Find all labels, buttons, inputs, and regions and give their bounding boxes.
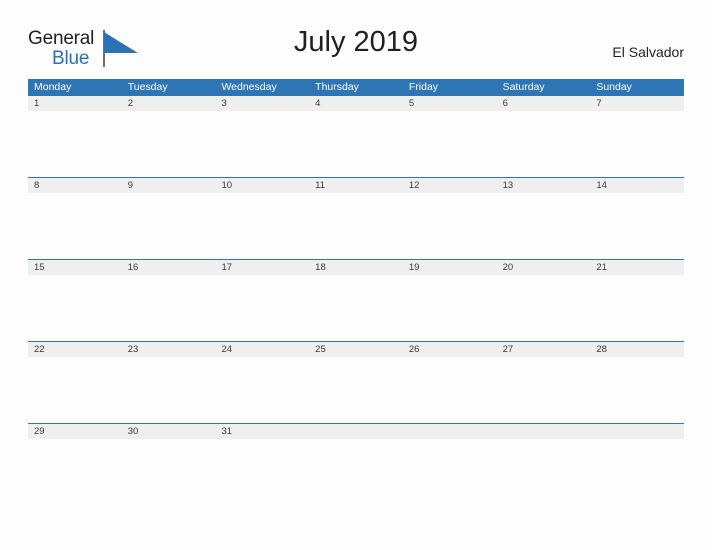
week-row: 29 30 31 bbox=[28, 423, 684, 505]
weekday-wednesday: Wednesday bbox=[221, 81, 277, 93]
page-header: General Blue July 2019 El Salvador bbox=[28, 26, 684, 72]
week-event-area[interactable] bbox=[28, 111, 684, 177]
day-cell[interactable]: 1 bbox=[28, 96, 122, 111]
day-cell[interactable]: 12 bbox=[403, 178, 497, 193]
week-date-band: 22 23 24 25 26 27 28 bbox=[28, 342, 684, 357]
weekday-sunday: Sunday bbox=[596, 81, 632, 93]
day-cell[interactable]: 21 bbox=[590, 260, 684, 275]
day-cell[interactable]: 22 bbox=[28, 342, 122, 357]
day-cell[interactable]: 4 bbox=[309, 96, 403, 111]
week-event-area[interactable] bbox=[28, 357, 684, 423]
day-cell[interactable]: 11 bbox=[309, 178, 403, 193]
weekday-friday: Friday bbox=[408, 81, 439, 93]
calendar-grid: Monday Tuesday Wednesday Thursday Friday… bbox=[28, 79, 684, 505]
day-cell[interactable]: 28 bbox=[590, 342, 684, 357]
day-cell[interactable]: 6 bbox=[497, 96, 591, 111]
day-cell-empty bbox=[497, 424, 591, 439]
day-cell[interactable]: 20 bbox=[497, 260, 591, 275]
week-row: 1 2 3 4 5 6 7 bbox=[28, 96, 684, 177]
day-cell[interactable]: 3 bbox=[215, 96, 309, 111]
day-cell[interactable]: 19 bbox=[403, 260, 497, 275]
day-cell[interactable]: 30 bbox=[122, 424, 216, 439]
day-cell[interactable]: 5 bbox=[403, 96, 497, 111]
day-cell[interactable]: 14 bbox=[590, 178, 684, 193]
week-event-area[interactable] bbox=[28, 439, 684, 505]
week-row: 15 16 17 18 19 20 21 bbox=[28, 259, 684, 341]
day-cell[interactable]: 13 bbox=[497, 178, 591, 193]
day-cell[interactable]: 31 bbox=[215, 424, 309, 439]
day-cell[interactable]: 17 bbox=[215, 260, 309, 275]
day-cell[interactable]: 7 bbox=[590, 96, 684, 111]
weekday-monday: Monday bbox=[34, 81, 72, 93]
weekday-header-row: Monday Tuesday Wednesday Thursday Friday… bbox=[28, 79, 684, 96]
day-cell[interactable]: 29 bbox=[28, 424, 122, 439]
calendar-page: General Blue July 2019 El Salvador Monda… bbox=[0, 0, 712, 550]
weekday-tuesday: Tuesday bbox=[127, 81, 168, 93]
day-cell[interactable]: 23 bbox=[122, 342, 216, 357]
day-cell[interactable]: 25 bbox=[309, 342, 403, 357]
week-row: 8 9 10 11 12 13 14 bbox=[28, 177, 684, 259]
day-cell[interactable]: 10 bbox=[215, 178, 309, 193]
day-cell[interactable]: 27 bbox=[497, 342, 591, 357]
week-date-band: 15 16 17 18 19 20 21 bbox=[28, 260, 684, 275]
weekday-saturday: Saturday bbox=[502, 81, 545, 93]
week-date-band: 29 30 31 bbox=[28, 424, 684, 439]
week-date-band: 1 2 3 4 5 6 7 bbox=[28, 96, 684, 111]
day-cell[interactable]: 16 bbox=[122, 260, 216, 275]
week-event-area[interactable] bbox=[28, 275, 684, 341]
page-title: July 2019 bbox=[293, 26, 419, 58]
day-cell[interactable]: 24 bbox=[215, 342, 309, 357]
day-cell[interactable]: 8 bbox=[28, 178, 122, 193]
day-cell-empty bbox=[403, 424, 497, 439]
week-row: 22 23 24 25 26 27 28 bbox=[28, 341, 684, 423]
week-date-band: 8 9 10 11 12 13 14 bbox=[28, 178, 684, 193]
day-cell[interactable]: 9 bbox=[122, 178, 216, 193]
country-label: El Salvador bbox=[612, 44, 684, 60]
day-cell[interactable]: 26 bbox=[403, 342, 497, 357]
day-cell-empty bbox=[590, 424, 684, 439]
day-cell[interactable]: 2 bbox=[122, 96, 216, 111]
day-cell[interactable]: 15 bbox=[28, 260, 122, 275]
day-cell[interactable]: 18 bbox=[309, 260, 403, 275]
weekday-thursday: Thursday bbox=[315, 81, 359, 93]
day-cell-empty bbox=[309, 424, 403, 439]
week-event-area[interactable] bbox=[28, 193, 684, 259]
